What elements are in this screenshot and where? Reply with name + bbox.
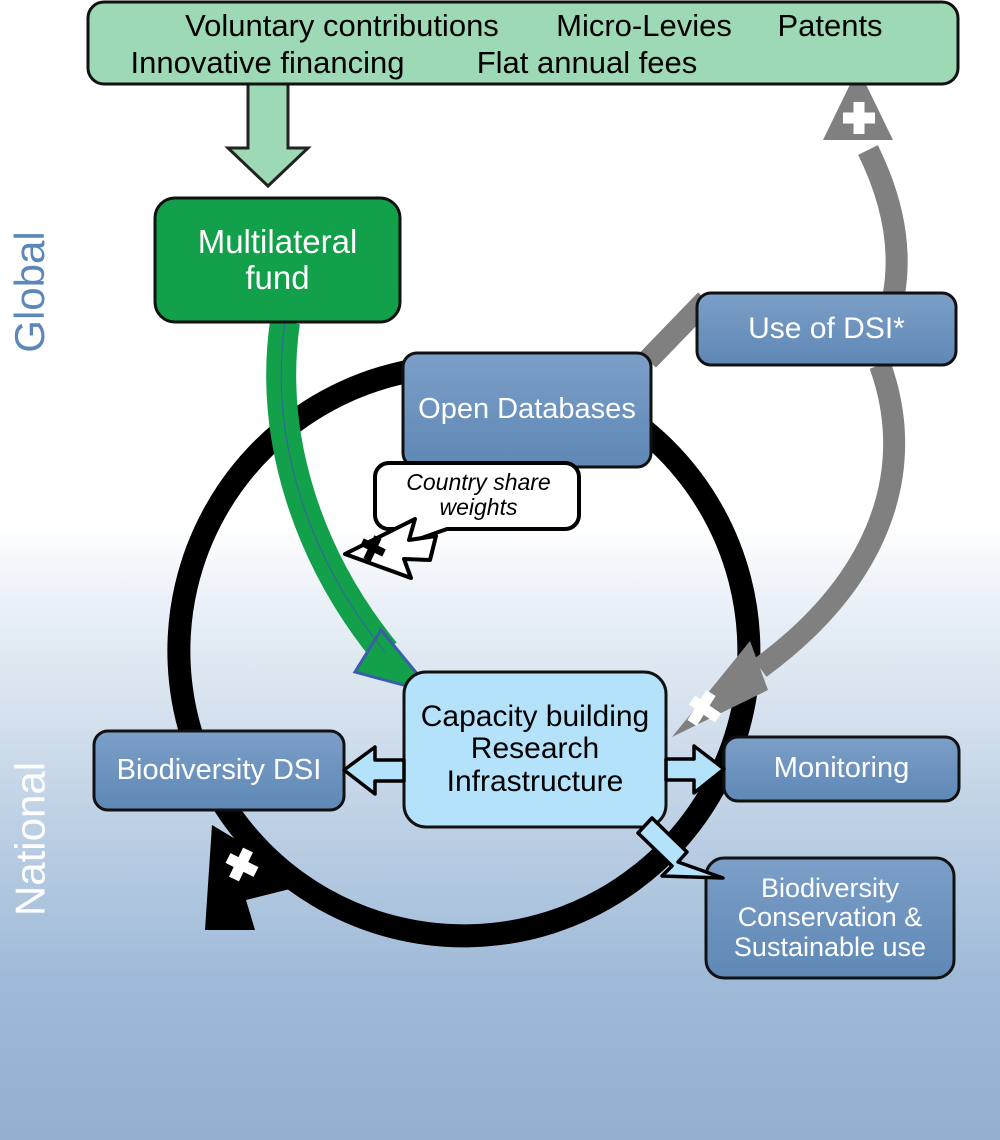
node-multilateral-fund-box[interactable] <box>153 196 402 324</box>
zone-label-global: Global <box>6 231 53 353</box>
node-capacity-building-box[interactable] <box>402 670 668 829</box>
zone-label-national: National <box>6 761 54 917</box>
node-use-of-dsi-box[interactable] <box>695 291 958 367</box>
node-layer <box>86 0 961 980</box>
node-biodiversity-conservation-box[interactable] <box>704 856 956 980</box>
node-open-databases-box[interactable] <box>401 351 653 469</box>
diagram-canvas: Voluntary contributions Micro-Levies Pat… <box>0 0 1000 1140</box>
node-monitoring-box[interactable] <box>722 735 961 803</box>
node-biodiversity-dsi-box[interactable] <box>92 729 346 812</box>
edge-capacity-to-monitoring <box>664 744 726 795</box>
node-funding-sources-box[interactable] <box>86 0 960 86</box>
edge-capacity-to-dsi <box>342 745 406 796</box>
